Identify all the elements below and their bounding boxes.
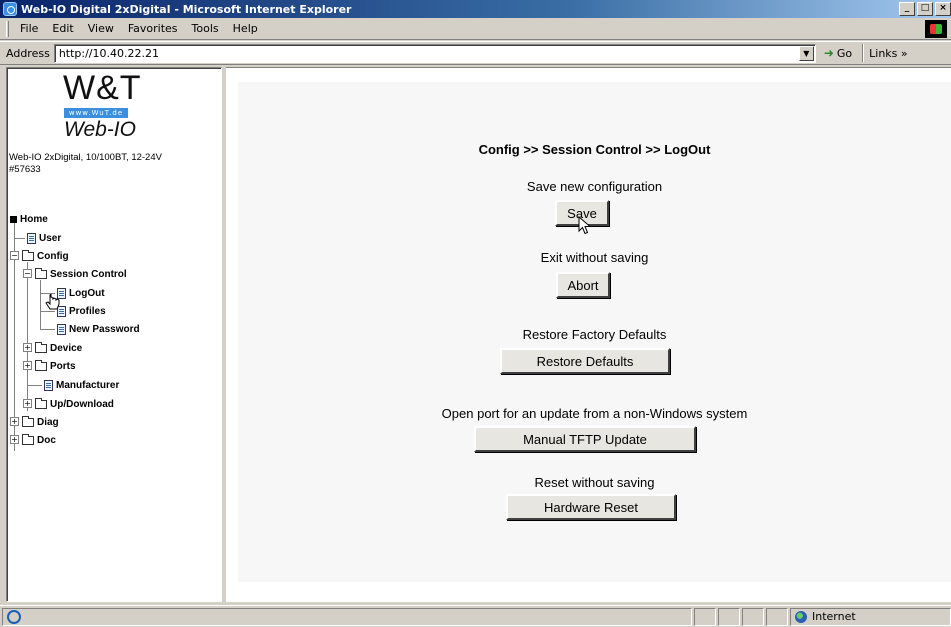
webio-logo: Web-IO bbox=[64, 118, 136, 141]
tree-item-updownload[interactable]: Up/Download bbox=[35, 397, 114, 411]
tree-item-profiles[interactable]: Profiles bbox=[57, 304, 106, 318]
reset-caption: Reset without saving bbox=[534, 475, 655, 490]
window-controls: _ □ × bbox=[899, 2, 951, 16]
ports-expand-toggle[interactable]: + bbox=[23, 361, 32, 370]
tree-item-diag[interactable]: Diag bbox=[22, 415, 59, 429]
hardware-reset-button[interactable]: Hardware Reset bbox=[506, 494, 676, 520]
close-button[interactable]: × bbox=[935, 2, 951, 16]
hand-cursor-icon bbox=[45, 292, 61, 312]
navigation-frame: W&T www.WuT.de Web-IO Web-IO 2xDigital, … bbox=[6, 67, 222, 602]
tree-item-device[interactable]: Device bbox=[35, 341, 82, 355]
windows-logo-icon bbox=[925, 19, 947, 38]
tree-line bbox=[40, 280, 41, 330]
title-bar: Web-IO Digital 2xDigital - Microsoft Int… bbox=[0, 0, 951, 18]
tree-line bbox=[28, 385, 42, 386]
tree-item-logout[interactable]: LogOut bbox=[57, 286, 105, 300]
status-text-cell bbox=[2, 607, 692, 626]
device-info: Web-IO 2xDigital, 10/100BT, 12-24V #5763… bbox=[9, 152, 162, 176]
zone-label: Internet bbox=[812, 610, 856, 623]
restore-caption: Restore Factory Defaults bbox=[522, 327, 667, 342]
folder-icon bbox=[35, 359, 47, 371]
status-cell bbox=[694, 607, 716, 626]
go-arrow-icon: ➜ bbox=[823, 46, 834, 60]
home-square-icon bbox=[10, 215, 17, 223]
page-icon bbox=[44, 379, 53, 391]
toolbar-grip[interactable] bbox=[6, 20, 9, 37]
abort-button[interactable]: Abort bbox=[556, 272, 610, 298]
go-button[interactable]: ➜ Go bbox=[824, 46, 852, 60]
menu-favorites[interactable]: Favorites bbox=[121, 22, 185, 35]
tree-item-session-control[interactable]: Session Control bbox=[35, 267, 127, 281]
menu-tools[interactable]: Tools bbox=[185, 22, 226, 35]
session-control-collapse-toggle[interactable]: − bbox=[23, 269, 32, 278]
address-bar: Address http://10.40.22.21 ▼ ➜ Go Links … bbox=[0, 41, 951, 65]
save-caption: Save new configuration bbox=[526, 179, 663, 194]
tree-item-config[interactable]: Config bbox=[22, 249, 69, 263]
menu-view[interactable]: View bbox=[81, 22, 121, 35]
restore-defaults-button[interactable]: Restore Defaults bbox=[500, 348, 670, 374]
address-url: http://10.40.22.21 bbox=[58, 46, 159, 60]
folder-icon bbox=[22, 249, 34, 261]
device-number: #57633 bbox=[9, 164, 41, 175]
tree-item-ports[interactable]: Ports bbox=[35, 359, 76, 373]
manual-tftp-update-button[interactable]: Manual TFTP Update bbox=[474, 426, 696, 452]
abort-caption: Exit without saving bbox=[540, 250, 649, 265]
tree-item-doc[interactable]: Doc bbox=[22, 433, 56, 447]
address-input[interactable]: http://10.40.22.21 ▼ bbox=[53, 43, 816, 63]
status-cell bbox=[766, 607, 788, 626]
status-bar: Internet bbox=[0, 605, 951, 627]
window-title: Web-IO Digital 2xDigital - Microsoft Int… bbox=[21, 2, 352, 16]
wt-logo: W&T bbox=[63, 69, 142, 107]
menu-help[interactable]: Help bbox=[226, 22, 265, 35]
tree-item-manufacturer[interactable]: Manufacturer bbox=[44, 378, 119, 392]
address-dropdown-button[interactable]: ▼ bbox=[798, 45, 814, 61]
folder-icon bbox=[35, 397, 47, 409]
page-breadcrumb: Config >> Session Control >> LogOut bbox=[478, 142, 711, 157]
address-label: Address bbox=[6, 46, 50, 60]
maximize-button[interactable]: □ bbox=[917, 2, 933, 16]
security-zone-cell: Internet bbox=[790, 607, 951, 626]
status-cell bbox=[718, 607, 740, 626]
go-label: Go bbox=[836, 46, 853, 60]
ie-icon bbox=[3, 2, 17, 16]
links-button[interactable]: Links » bbox=[869, 47, 907, 60]
config-collapse-toggle[interactable]: − bbox=[10, 251, 19, 260]
globe-icon bbox=[795, 610, 807, 623]
menu-bar: File Edit View Favorites Tools Help bbox=[0, 18, 951, 40]
links-separator bbox=[862, 44, 865, 62]
tree-item-home[interactable]: Home bbox=[10, 212, 48, 226]
menu-edit[interactable]: Edit bbox=[45, 22, 80, 35]
tree-line bbox=[41, 329, 55, 330]
folder-icon bbox=[22, 433, 34, 445]
status-cell bbox=[742, 607, 764, 626]
device-expand-toggle[interactable]: + bbox=[23, 343, 32, 352]
folder-icon bbox=[35, 341, 47, 353]
device-model: Web-IO 2xDigital, 10/100BT, 12-24V bbox=[9, 152, 162, 163]
mouse-pointer-icon bbox=[578, 215, 592, 239]
folder-open-icon bbox=[35, 267, 47, 279]
content-frame: Config >> Session Control >> LogOut Save… bbox=[226, 67, 951, 602]
session-control-panel: Config >> Session Control >> LogOut Save… bbox=[238, 82, 951, 582]
tree-line bbox=[15, 238, 25, 239]
menu-file[interactable]: File bbox=[13, 22, 45, 35]
tree-item-new-password[interactable]: New Password bbox=[57, 322, 140, 336]
diag-expand-toggle[interactable]: + bbox=[10, 417, 19, 426]
tree-line bbox=[27, 262, 28, 411]
minimize-button[interactable]: _ bbox=[899, 2, 915, 16]
updownload-expand-toggle[interactable]: + bbox=[23, 399, 32, 408]
tftp-caption: Open port for an update from a non-Windo… bbox=[441, 406, 748, 421]
doc-expand-toggle[interactable]: + bbox=[10, 435, 19, 444]
page-status-icon bbox=[7, 609, 21, 624]
wt-logo-url: www.WuT.de bbox=[64, 108, 128, 118]
page-icon bbox=[57, 323, 66, 335]
page-icon bbox=[27, 232, 36, 244]
tree-item-user[interactable]: User bbox=[27, 231, 61, 245]
folder-icon bbox=[22, 415, 34, 427]
